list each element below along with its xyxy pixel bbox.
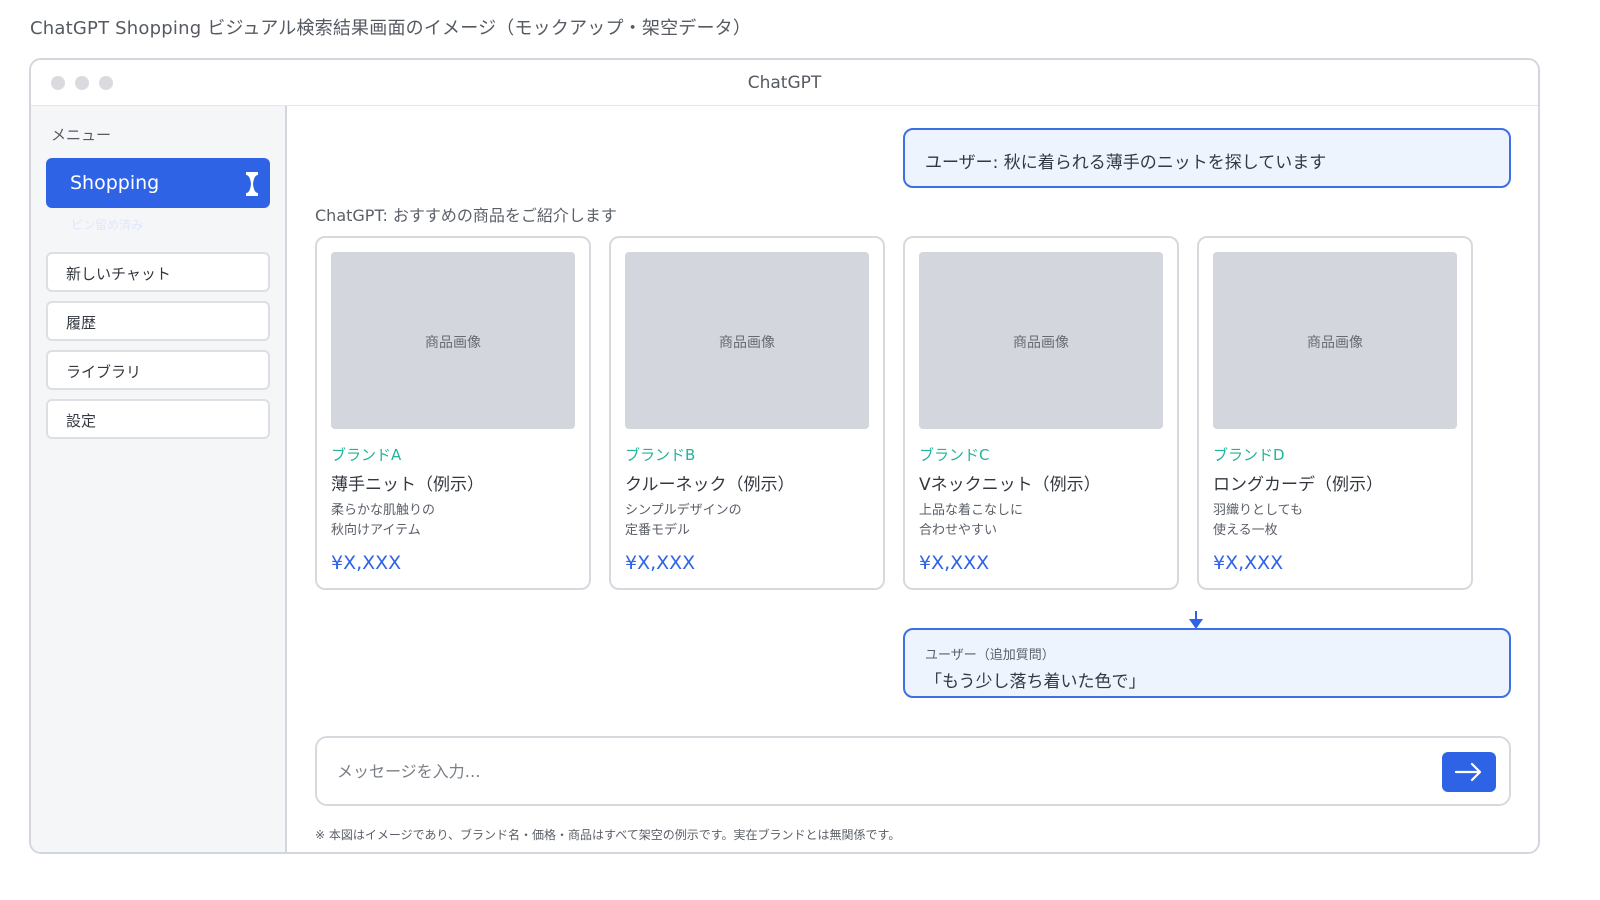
product-image-label: 商品画像 xyxy=(719,335,775,351)
followup-message-bubble: ユーザー（追加質問） 「もう少し落ち着いた色で」 xyxy=(903,628,1511,698)
product-price: ¥X,XXX xyxy=(625,552,696,574)
product-description-line: シンプルデザインの xyxy=(625,503,742,518)
followup-text: 「もう少し落ち着いた色で」 xyxy=(925,672,1146,692)
product-name: ロングカーデ（例示） xyxy=(1213,475,1383,495)
product-description: 柔らかな肌触りの 秋向けアイテム xyxy=(331,501,435,541)
product-name: クルーネック（例示） xyxy=(625,475,795,495)
sidebar-item-history[interactable]: 履歴 xyxy=(46,301,270,341)
menu-label: メニュー xyxy=(51,126,112,144)
assistant-intro: ChatGPT: おすすめの商品をご紹介します xyxy=(315,206,617,225)
product-card-b[interactable]: 商品画像 ブランドB クルーネック（例示） シンプルデザインの 定番モデル ¥X… xyxy=(609,236,885,590)
product-brand: ブランドA xyxy=(331,446,402,464)
product-description-line: 柔らかな肌触りの xyxy=(331,503,436,518)
product-description-line: 羽織りとしても xyxy=(1213,503,1303,518)
product-description: シンプルデザインの 定番モデル xyxy=(625,501,742,541)
product-image-label: 商品画像 xyxy=(425,335,481,351)
product-image: 商品画像 xyxy=(331,252,575,429)
product-price: ¥X,XXX xyxy=(1213,552,1284,574)
title-bar: ChatGPT xyxy=(31,60,1538,106)
product-image: 商品画像 xyxy=(625,252,869,429)
sidebar-item-settings[interactable]: 設定 xyxy=(46,399,270,439)
footnote: ※ 本図はイメージであり、ブランド名・価格・商品はすべて架空の例示です。実在ブラ… xyxy=(315,828,901,842)
product-description: 上品な着こなしに 合わせやすい xyxy=(919,501,1023,541)
product-name: Vネックニット（例示） xyxy=(919,475,1101,495)
pinned-note: ピン留め済み xyxy=(71,218,144,232)
message-input[interactable] xyxy=(337,753,1417,789)
page-caption: ChatGPT Shopping ビジュアル検索結果画面のイメージ（モックアップ… xyxy=(30,18,752,39)
sidebar-item-label: Shopping xyxy=(70,172,160,194)
window-title: ChatGPT xyxy=(747,73,822,93)
product-image-label: 商品画像 xyxy=(1013,335,1069,351)
product-description-line: 上品な着こなしに xyxy=(919,503,1024,518)
product-description-line: 定番モデル xyxy=(625,523,691,538)
product-brand: ブランドB xyxy=(625,446,696,464)
product-card-c[interactable]: 商品画像 ブランドC Vネックニット（例示） 上品な着こなしに 合わせやすい ¥… xyxy=(903,236,1179,590)
product-card-a[interactable]: 商品画像 ブランドA 薄手ニット（例示） 柔らかな肌触りの 秋向けアイテム ¥X… xyxy=(315,236,591,590)
user-message-bubble: ユーザー: 秋に着られる薄手のニットを探しています xyxy=(903,128,1511,188)
product-price: ¥X,XXX xyxy=(331,552,402,574)
product-description-line: 使える一枚 xyxy=(1213,523,1278,538)
product-price: ¥X,XXX xyxy=(919,552,990,574)
product-brand: ブランドC xyxy=(919,446,990,464)
chat-main: ユーザー: 秋に着られる薄手のニットを探しています ChatGPT: おすすめの… xyxy=(287,106,1538,852)
pin-icon xyxy=(246,172,258,196)
followup-label: ユーザー（追加質問） xyxy=(925,648,1055,663)
product-image-label: 商品画像 xyxy=(1307,335,1363,351)
message-composer xyxy=(315,736,1511,806)
product-image: 商品画像 xyxy=(919,252,1163,429)
app-window: ChatGPT メニュー Shopping ピン留め済み 新しいチャット 履歴 … xyxy=(29,58,1540,854)
product-brand: ブランドD xyxy=(1213,446,1285,464)
product-card-d[interactable]: 商品画像 ブランドD ロングカーデ（例示） 羽織りとしても 使える一枚 ¥X,X… xyxy=(1197,236,1473,590)
arrow-right-icon xyxy=(1454,762,1482,782)
sidebar-item-shopping[interactable]: Shopping xyxy=(46,158,270,208)
product-name: 薄手ニット（例示） xyxy=(331,475,484,495)
sidebar-item-new-chat[interactable]: 新しいチャット xyxy=(46,252,270,292)
sidebar: メニュー Shopping ピン留め済み 新しいチャット 履歴 ライブラリ 設定 xyxy=(31,106,287,852)
product-description: 羽織りとしても 使える一枚 xyxy=(1213,501,1303,541)
product-image: 商品画像 xyxy=(1213,252,1457,429)
sidebar-item-library[interactable]: ライブラリ xyxy=(46,350,270,390)
send-button[interactable] xyxy=(1442,752,1496,792)
product-description-line: 合わせやすい xyxy=(919,523,998,538)
product-description-line: 秋向けアイテム xyxy=(331,523,421,538)
